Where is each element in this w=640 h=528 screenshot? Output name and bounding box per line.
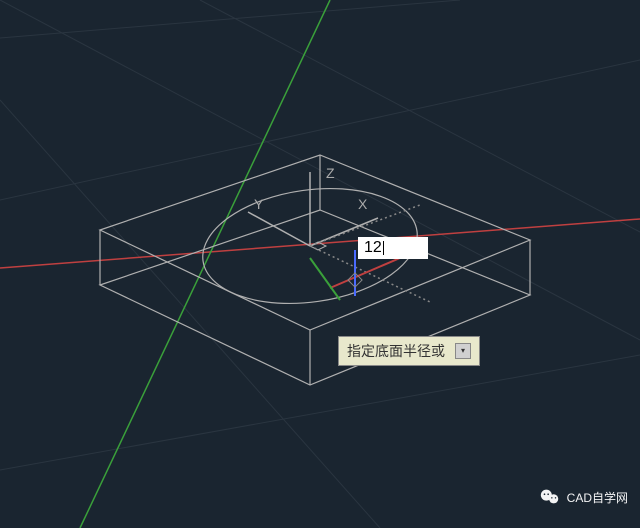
chevron-down-icon: ▾ — [461, 347, 465, 355]
command-prompt-text: 指定底面半径或 — [347, 341, 445, 361]
cursor-axis-y — [310, 258, 340, 300]
radius-input-value: 12 — [364, 239, 382, 257]
wechat-icon — [539, 486, 561, 508]
cursor-axis-x — [330, 258, 400, 288]
cad-viewport[interactable]: Z Y X 12 指定底面半径或 ▾ CAD自学网 — [0, 0, 640, 528]
world-axes — [0, 0, 640, 528]
grid-lines — [0, 0, 640, 528]
world-axis-y — [80, 0, 330, 528]
watermark: CAD自学网 — [539, 486, 628, 508]
text-cursor — [383, 241, 384, 255]
command-prompt-tooltip: 指定底面半径或 ▾ — [338, 336, 480, 366]
radius-input[interactable]: 12 — [358, 237, 428, 259]
drawing-canvas — [0, 0, 640, 528]
watermark-text: CAD自学网 — [567, 489, 628, 506]
options-dropdown-button[interactable]: ▾ — [455, 343, 471, 359]
